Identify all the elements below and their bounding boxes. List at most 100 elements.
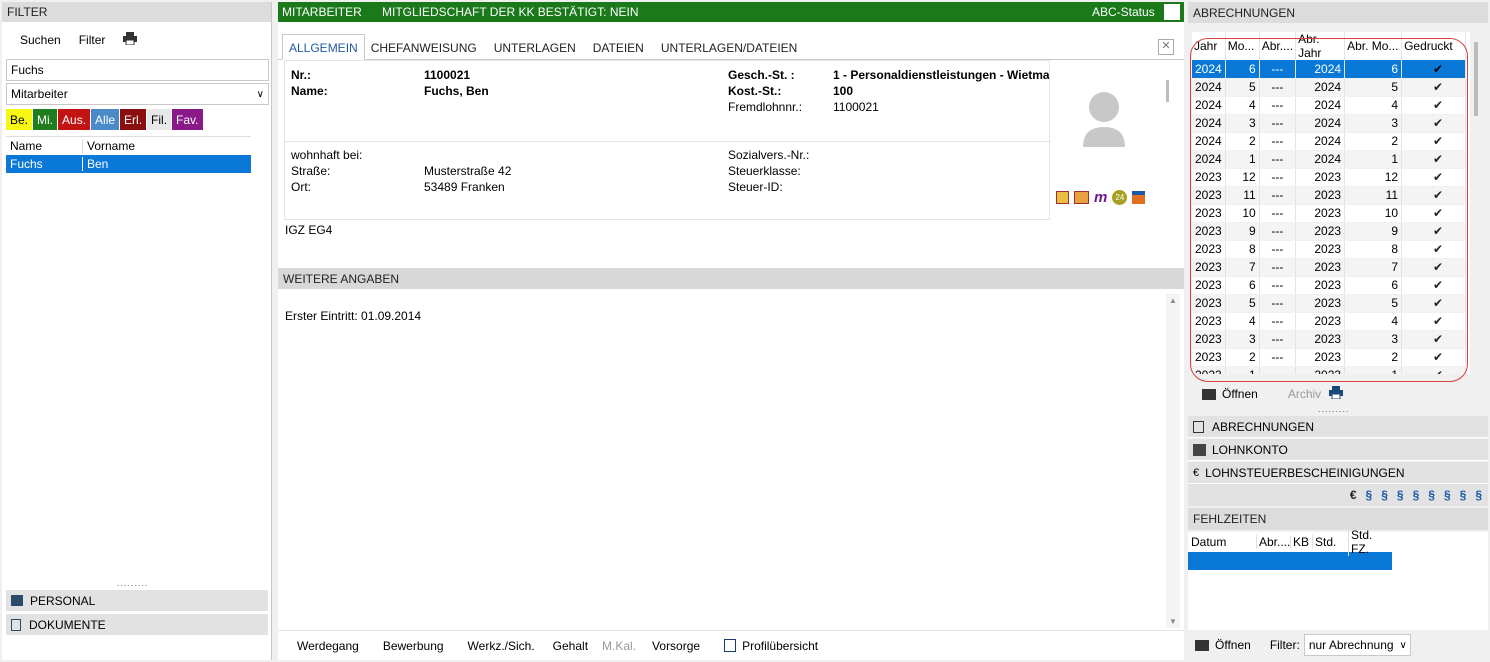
certificate-icon[interactable]: § xyxy=(1475,488,1482,502)
weitere-scrollbar[interactable]: ▲ ▼ xyxy=(1166,294,1180,628)
splitter-handle[interactable]: ......... xyxy=(117,578,149,588)
tab-bewerbung[interactable]: Bewerbung xyxy=(383,639,444,653)
col-first[interactable]: Vorname xyxy=(82,139,135,153)
table-row[interactable]: 20231---20231✔ xyxy=(1192,366,1467,374)
certificate-icon[interactable]: § xyxy=(1381,488,1388,502)
table-row[interactable]: 2023 5 --- 2023 5 ✔ xyxy=(1192,294,1467,313)
badge-icon[interactable] xyxy=(1056,191,1069,204)
certificate-icon[interactable]: § xyxy=(1428,488,1435,502)
archiv-button[interactable]: Archiv xyxy=(1288,387,1321,401)
tab-unterlagen-dateien[interactable]: UNTERLAGEN/DATEIEN xyxy=(655,41,808,59)
certificate-icon[interactable]: § xyxy=(1460,488,1467,502)
col-std[interactable]: Std. xyxy=(1312,535,1348,549)
splitter-handle[interactable]: ......... xyxy=(1318,404,1350,414)
tab-chefanweisung[interactable]: CHEFANWEISUNG xyxy=(365,41,488,59)
section-lohnkonto[interactable]: LOHNKONTO xyxy=(1188,439,1488,461)
table-row[interactable]: 2023 4 --- 2023 4 ✔ xyxy=(1192,312,1467,331)
section-abrechnungen[interactable]: ABRECHNUNGEN xyxy=(1188,416,1488,438)
tab-gehalt[interactable]: Gehalt xyxy=(553,639,588,653)
weitere-header: WEITERE ANGABEN xyxy=(278,268,1184,289)
table-cell: 8 xyxy=(1344,240,1403,259)
group-icon[interactable] xyxy=(1074,191,1089,204)
filter-select-value: nur Abrechnung xyxy=(1308,638,1394,652)
avatar[interactable] xyxy=(1081,87,1127,151)
tab-werkzeug[interactable]: Werkz./Sich. xyxy=(468,639,535,653)
table-cell: --- xyxy=(1259,78,1297,97)
tab-unterlagen[interactable]: UNTERLAGEN xyxy=(488,41,587,59)
euro-icon[interactable]: € xyxy=(1350,488,1357,502)
close-icon[interactable]: ✕ xyxy=(1158,39,1174,55)
col-name[interactable]: Name xyxy=(6,139,82,153)
col-abr[interactable]: Abr.... xyxy=(1256,535,1290,549)
nav-documents[interactable]: DOKUMENTE xyxy=(6,614,268,636)
col-header[interactable]: Abr. Mo... xyxy=(1344,32,1403,60)
col-datum[interactable]: Datum xyxy=(1188,535,1256,549)
table-row[interactable]: 2023 12 --- 2023 12 ✔ xyxy=(1192,168,1467,187)
table-row[interactable]: 2023 10 --- 2023 10 ✔ xyxy=(1192,204,1467,223)
tab-mkal[interactable]: M.Kal. xyxy=(602,639,636,653)
search-input[interactable]: Fuchs xyxy=(6,59,269,81)
chip-6[interactable]: Fav. xyxy=(172,109,203,130)
table-row[interactable]: 2023 9 --- 2023 9 ✔ xyxy=(1192,222,1467,241)
card-scrollbar[interactable] xyxy=(1166,80,1169,102)
table-row[interactable]: 2024 5 --- 2024 5 ✔ xyxy=(1192,78,1467,97)
certificate-icon[interactable]: § xyxy=(1397,488,1404,502)
open-button[interactable]: Öffnen xyxy=(1222,387,1258,401)
status-icons: m 24 xyxy=(1056,190,1146,205)
table-row[interactable]: 2024 1 --- 2024 1 ✔ xyxy=(1192,150,1467,169)
tab-werdegang[interactable]: Werdegang xyxy=(297,639,359,653)
table-cell: 4 xyxy=(1225,312,1260,331)
col-kb[interactable]: KB xyxy=(1290,535,1312,549)
abrechnungen-toolbar: Öffnen Archiv xyxy=(1202,386,1344,402)
col-header[interactable]: Gedruckt xyxy=(1401,32,1467,60)
table-row[interactable]: 2024 4 --- 2024 4 ✔ xyxy=(1192,96,1467,115)
certificate-icon[interactable]: § xyxy=(1444,488,1451,502)
strasse-value: Musterstraße 42 xyxy=(424,164,512,178)
table-cell: 2023 xyxy=(1192,330,1226,349)
filter-select[interactable]: nur Abrechnung ∨ xyxy=(1303,634,1411,656)
filter-button[interactable]: Filter xyxy=(79,33,106,47)
chip-4[interactable]: Erl. xyxy=(120,109,147,130)
chip-0[interactable]: Be. xyxy=(6,109,33,130)
search-button[interactable]: Suchen xyxy=(20,33,61,47)
table-row[interactable]: 2023 11 --- 2023 11 ✔ xyxy=(1192,186,1467,205)
check-icon: ✔ xyxy=(1401,96,1467,115)
certificate-icon[interactable]: § xyxy=(1366,488,1373,502)
table-row[interactable]: 2024 2 --- 2024 2 ✔ xyxy=(1192,132,1467,151)
table-cell: 2023 xyxy=(1192,294,1226,313)
grid-scrollbar[interactable] xyxy=(1474,42,1478,116)
chip-2[interactable]: Aus. xyxy=(58,109,91,130)
24-icon[interactable]: 24 xyxy=(1112,190,1128,205)
print-icon[interactable] xyxy=(1329,386,1344,402)
nav-personal[interactable]: PERSONAL xyxy=(6,590,268,612)
table-row[interactable]: 2024 3 --- 2024 3 ✔ xyxy=(1192,114,1467,133)
section-lohnsteuer[interactable]: € LOHNSTEUERBESCHEINIGUNGEN xyxy=(1188,462,1488,484)
col-header[interactable]: Abr. Jahr xyxy=(1295,32,1346,60)
m-icon[interactable]: m xyxy=(1094,190,1107,205)
tab-vorsorge[interactable]: Vorsorge xyxy=(652,639,700,653)
table-row[interactable]: Fuchs Ben xyxy=(6,155,251,173)
employee-header: MITARBEITER MITGLIEDSCHAFT DER KK BESTÄT… xyxy=(278,2,1184,22)
type-select[interactable]: Mitarbeiter ∨ xyxy=(6,83,269,105)
chip-1[interactable]: Mi. xyxy=(33,109,58,130)
col-header[interactable]: Mo... xyxy=(1225,32,1260,60)
tab-dateien[interactable]: DATEIEN xyxy=(587,41,655,59)
table-row[interactable]: 2023 8 --- 2023 8 ✔ xyxy=(1192,240,1467,259)
chip-5[interactable]: Fil. xyxy=(147,109,172,130)
table-row[interactable]: 2023 7 --- 2023 7 ✔ xyxy=(1192,258,1467,277)
certificate-icon[interactable]: § xyxy=(1413,488,1420,502)
table-row[interactable]: 2023 6 --- 2023 6 ✔ xyxy=(1192,276,1467,295)
col-header[interactable]: Abr.... xyxy=(1259,32,1297,60)
col-std-fz[interactable]: Std. FZ. xyxy=(1348,528,1392,556)
table-row[interactable]: 2023 3 --- 2023 3 ✔ xyxy=(1192,330,1467,349)
open-fehlzeiten-button[interactable]: Öffnen xyxy=(1215,638,1251,652)
col-header[interactable]: Jahr xyxy=(1192,32,1226,60)
print-icon[interactable] xyxy=(123,32,138,48)
table-row[interactable]: 2023 2 --- 2023 2 ✔ xyxy=(1192,348,1467,367)
chip-3[interactable]: Alle xyxy=(91,109,120,130)
table-row[interactable]: 2024 6 --- 2024 6 ✔ xyxy=(1192,60,1467,79)
tab-allgemein[interactable]: ALLGEMEIN xyxy=(282,34,365,60)
abc-status-box[interactable] xyxy=(1164,4,1180,20)
card-icon[interactable] xyxy=(1132,191,1146,204)
tab-profil[interactable]: Profilübersicht xyxy=(742,639,818,653)
